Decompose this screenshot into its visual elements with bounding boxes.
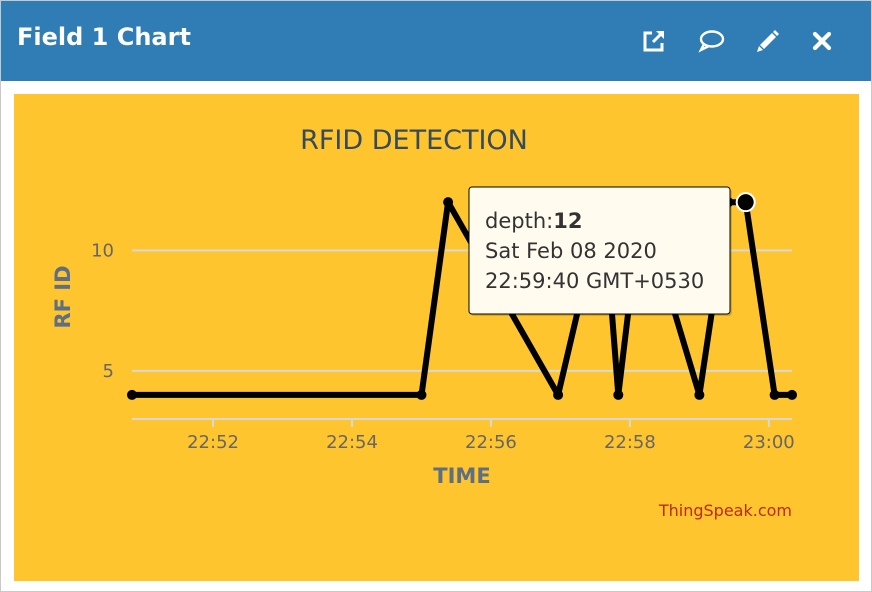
x-tick-label: 23:00 <box>743 432 795 453</box>
data-point[interactable] <box>416 389 427 400</box>
tooltip-time: 22:59:40 GMT+0530 <box>485 269 704 293</box>
close-icon[interactable] <box>807 26 837 56</box>
tooltip-label: depth: <box>485 209 553 233</box>
external-link-icon[interactable] <box>639 26 669 56</box>
data-point[interactable] <box>694 389 705 400</box>
highlighted-data-point[interactable] <box>735 192 756 213</box>
y-tick-label: 5 <box>103 361 114 382</box>
tooltip: depth:12 Sat Feb 08 2020 22:59:40 GMT+05… <box>468 186 732 316</box>
y-tick-label: 10 <box>91 240 114 261</box>
x-tick-labels: 22:52 22:54 22:56 22:58 23:00 <box>187 419 795 453</box>
data-point[interactable] <box>553 389 564 400</box>
x-tick-label: 22:54 <box>326 432 378 453</box>
chart-title: RFID DETECTION <box>300 125 528 156</box>
data-point[interactable] <box>787 389 797 400</box>
chart-widget: Field 1 Chart RFID DETECTION 5 10 22:52 … <box>0 0 872 592</box>
tooltip-series-line: depth:12 <box>485 209 582 233</box>
line-chart: RFID DETECTION 510 22:52 22:54 22:56 22:58 2… <box>51 125 797 520</box>
data-point[interactable] <box>443 197 454 208</box>
pencil-icon[interactable] <box>753 26 783 56</box>
y-axis-label: RF ID <box>51 265 75 328</box>
x-axis-label: TIME <box>433 464 490 488</box>
x-tick-label: 22:56 <box>465 432 517 453</box>
comment-icon[interactable] <box>697 26 727 56</box>
widget-header: Field 1 Chart <box>1 1 871 81</box>
thingspeak-credit-link[interactable]: ThingSpeak.com <box>658 501 792 520</box>
x-tick-label: 22:52 <box>187 432 239 453</box>
tooltip-value: 12 <box>553 209 582 233</box>
data-point[interactable] <box>769 389 780 400</box>
y-tick-labels: 5 10 <box>91 240 114 381</box>
x-tick-label: 22:58 <box>604 432 656 453</box>
data-point[interactable] <box>613 389 624 400</box>
chart-panel: RFID DETECTION 5 10 22:52 22:54 22:56 22:58 2… <box>14 94 859 581</box>
data-point[interactable] <box>127 389 137 400</box>
widget-title: Field 1 Chart <box>17 23 191 51</box>
tooltip-date: Sat Feb 08 2020 <box>485 239 657 263</box>
